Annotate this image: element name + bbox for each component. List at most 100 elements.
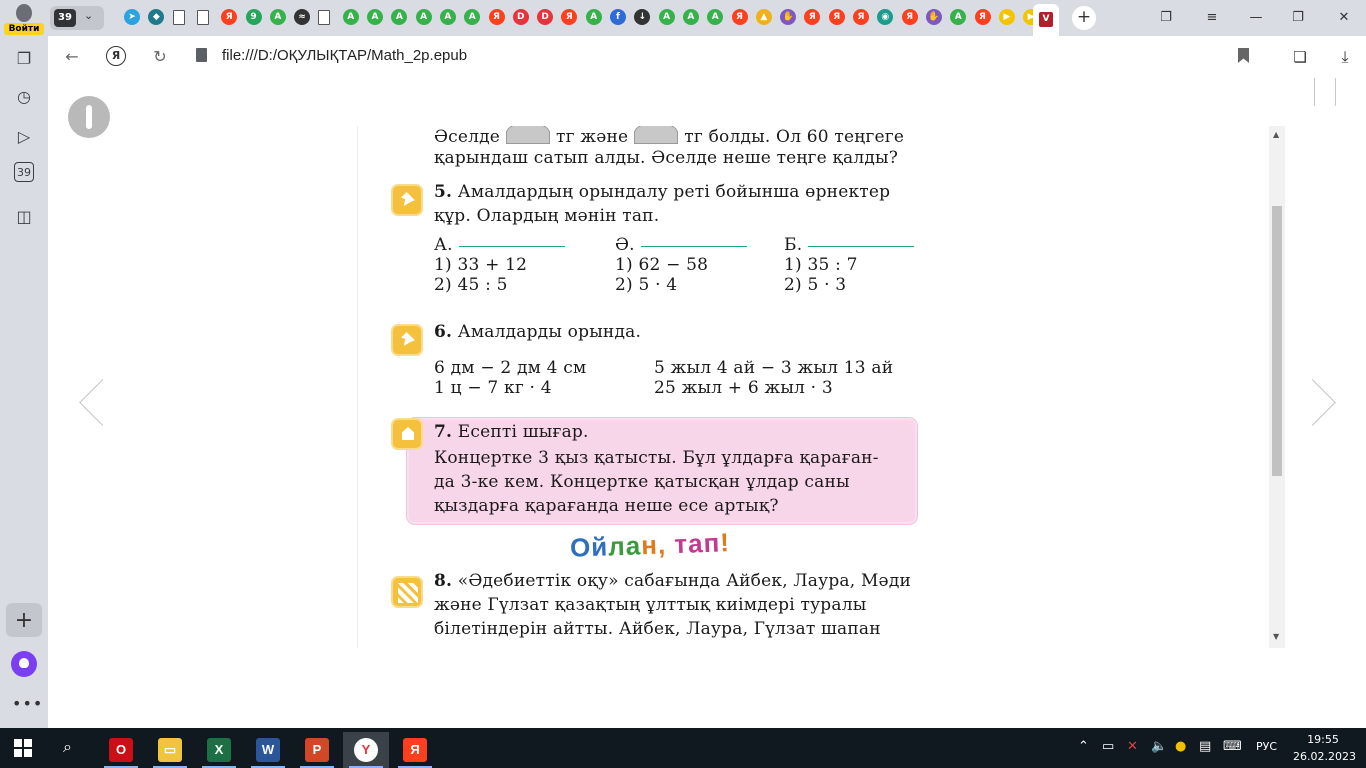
tabs-count-icon[interactable]: 39 [14,162,34,182]
yandex-icon[interactable]: Я [828,9,845,25]
expression: 1) 35 : 7 [784,255,858,275]
scroll-down-icon[interactable]: ▼ [1273,633,1281,641]
volume-icon[interactable]: 🔈 [1151,739,1167,754]
site-icon[interactable]: A [415,9,432,25]
notification-icon[interactable]: ▤ [1199,739,1211,754]
yandex-icon[interactable]: Я [488,9,505,25]
clock[interactable]: 19:55 26.02.2023 [1293,731,1356,765]
site-icon[interactable]: A [464,9,481,25]
new-tab-button[interactable]: + [1072,6,1096,30]
next-page-arrow-icon[interactable] [1310,378,1340,426]
page-scrollbar[interactable]: ▲ ▼ [1269,126,1285,648]
expression: 1) 33 + 12 [434,255,528,275]
powerpoint-app[interactable]: P [294,732,340,768]
file-explorer-icon: ▭ [158,738,182,762]
telegram-icon[interactable]: ➤ [124,9,140,25]
site-icon[interactable]: A [367,9,383,25]
restore-button[interactable]: ❐ [1286,6,1310,30]
network-icon[interactable]: ✕ [1127,739,1138,754]
site-icon[interactable]: D [537,9,554,25]
file-explorer-app[interactable]: ▭ [147,732,193,768]
site-icon[interactable]: A [269,9,286,25]
windows-start-icon[interactable] [14,739,32,757]
yandex-icon[interactable]: Я [974,9,991,25]
column-head: Ә. [615,235,635,255]
site-icon[interactable]: ✋ [780,9,797,25]
keyboard-icon[interactable]: ⌨ [1223,739,1242,754]
task7-line-2: да 3-ке кем. Концертке қатысқан ұлдар са… [434,472,850,492]
reader-menu-button[interactable] [68,96,110,138]
site-icon[interactable]: ◉ [877,9,894,25]
previous-page-arrow-icon[interactable] [76,378,106,426]
task5-number: 5. [434,182,453,202]
alice-assistant-icon[interactable] [11,651,37,677]
tab-list-button[interactable]: 39 ⌄ [50,6,104,30]
chevron-up-icon[interactable]: ⌃ [1078,739,1089,754]
login-button[interactable]: Войти [4,2,44,36]
search-icon[interactable]: ⌕ [63,737,83,757]
image-icon[interactable]: ▲ [755,9,772,25]
download-icon[interactable]: ⤓ [1333,45,1357,69]
language-indicator[interactable]: РУС [1256,740,1277,753]
play-icon[interactable]: ▶ [998,9,1015,25]
puzzle-icon [391,576,423,608]
site-icon[interactable]: A [658,9,675,25]
site-icon[interactable]: ≈ [294,9,311,25]
scroll-up-icon[interactable]: ▲ [1273,131,1281,139]
site-icon[interactable]: A [585,9,602,25]
yandex-icon[interactable]: Я [901,9,918,25]
site-icon[interactable]: A [707,9,724,25]
yandex-app[interactable]: Я [392,732,438,768]
yandex-icon[interactable]: Я [853,9,869,25]
app-tray-icon[interactable]: ● [1175,739,1186,754]
screenshot-icon[interactable]: ◫ [10,202,38,230]
url-field[interactable]: file:///D:/ОҚУЛЫҚТАР/Math_2p.epub [222,47,467,64]
battery-icon[interactable]: ▭ [1102,739,1114,754]
site-icon[interactable]: A [950,9,967,25]
site-icon[interactable]: ◆ [148,9,165,25]
yandex-logo-icon[interactable]: Я [106,46,126,66]
menu-icon[interactable]: ≡ [1200,6,1224,30]
more-options-icon[interactable]: ••• [12,694,43,713]
yandex-icon[interactable]: Я [731,9,748,25]
add-panel-button[interactable]: + [6,603,42,637]
active-tab[interactable]: V [1033,4,1059,36]
task7-title: Есепті шығар. [457,422,589,442]
address-bar-row: ← Я ↻ file:///D:/ОҚУЛЫҚТАР/Math_2p.epub … [48,36,1366,78]
video-icon[interactable]: ▷ [10,122,38,150]
back-arrow-icon[interactable]: ← [60,45,84,69]
site-icon[interactable]: A [342,9,359,25]
task6-left: 6 дм − 2 дм 4 см 1 ц − 7 кг · 4 [434,358,586,398]
expression: 2) 45 : 5 [434,275,508,295]
reader-mode-icon[interactable]: ❏ [1288,45,1312,69]
opera-app[interactable]: O [98,732,144,768]
close-button[interactable]: ✕ [1332,6,1356,30]
page-bookmark-icon[interactable] [1314,78,1336,106]
bookmark-icon[interactable] [1238,48,1249,63]
site-icon[interactable]: A [391,9,408,25]
reload-icon[interactable]: ↻ [148,45,172,69]
document-icon[interactable] [318,10,331,25]
document-icon[interactable] [172,10,185,25]
scroll-thumb[interactable] [1272,206,1282,476]
yandex-icon[interactable]: Я [561,9,578,25]
site-icon[interactable]: 9 [245,9,262,25]
site-icon[interactable]: D [512,9,529,25]
heading-part: ! [719,527,731,558]
task5-line-2: құр. Олардың мәнін тап. [434,206,660,226]
word-app[interactable]: W [245,732,291,768]
yandex-icon[interactable]: Я [804,9,821,25]
collections-icon[interactable]: ❐ [10,44,38,72]
document-icon[interactable] [196,10,209,25]
site-icon[interactable]: A [439,9,456,25]
site-icon[interactable]: f [610,9,626,25]
yandex-icon[interactable]: Я [221,9,238,25]
history-icon[interactable]: ◷ [10,82,38,110]
minimize-button[interactable]: — [1244,6,1268,30]
tabs-collection-icon[interactable]: ❐ [1154,6,1178,30]
excel-app[interactable]: X [196,732,242,768]
site-icon[interactable]: ✋ [925,9,942,25]
yandex-browser-app[interactable]: Y [343,732,389,768]
download-icon[interactable]: ↓ [634,9,651,25]
site-icon[interactable]: A [682,9,699,25]
